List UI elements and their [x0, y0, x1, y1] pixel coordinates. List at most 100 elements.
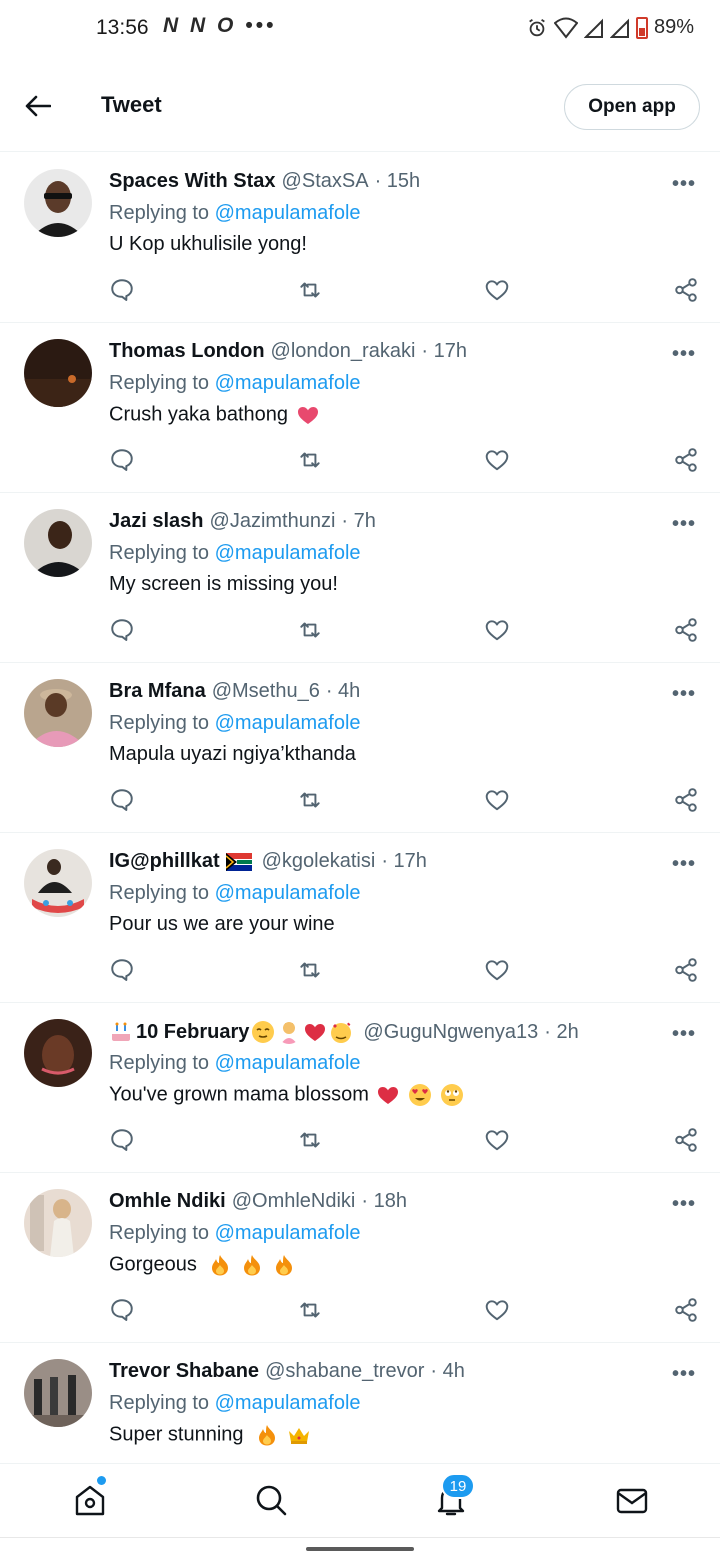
mention-link[interactable]: @mapulamafole	[215, 712, 361, 734]
more-options-icon[interactable]: •••	[672, 343, 696, 366]
reply-icon[interactable]	[109, 1127, 135, 1153]
search-icon	[256, 1485, 287, 1516]
avatar[interactable]	[24, 339, 92, 407]
display-name[interactable]: Trevor Shabane	[109, 1360, 259, 1383]
open-app-button[interactable]: Open app	[564, 84, 700, 130]
avatar[interactable]	[24, 1019, 92, 1087]
like-icon[interactable]	[484, 1127, 510, 1153]
reply-icon[interactable]	[109, 617, 135, 643]
display-name[interactable]: Bra Mfana	[109, 680, 206, 703]
more-options-icon[interactable]: •••	[672, 1363, 696, 1386]
share-icon[interactable]	[673, 787, 699, 813]
display-name[interactable]: Spaces With Stax	[109, 170, 276, 193]
like-icon[interactable]	[484, 957, 510, 983]
user-handle[interactable]: @london_rakaki	[271, 340, 416, 363]
gesture-handle[interactable]	[306, 1547, 414, 1551]
reply-icon[interactable]	[109, 787, 135, 813]
like-icon[interactable]	[484, 617, 510, 643]
mention-link[interactable]: @mapulamafole	[215, 882, 361, 904]
share-icon[interactable]	[673, 447, 699, 473]
home-icon	[75, 1485, 105, 1516]
retweet-icon[interactable]	[297, 787, 323, 813]
mention-link[interactable]: @mapulamafole	[215, 1222, 361, 1244]
reply-icon[interactable]	[109, 277, 135, 303]
tweet-time: · 18h	[361, 1190, 407, 1212]
mention-link[interactable]: @mapulamafole	[215, 1392, 361, 1414]
face-with-hearts-emoji-icon	[331, 1022, 352, 1043]
more-options-icon[interactable]: •••	[672, 1023, 696, 1046]
display-name[interactable]: Omhle Ndiki	[109, 1190, 226, 1213]
tweet-actions	[109, 447, 699, 477]
tweet-reply[interactable]: Thomas London @london_rakaki · 17h ••• R…	[0, 323, 720, 493]
status-time: 13:56	[96, 16, 149, 39]
user-handle[interactable]: @kgolekatisi	[262, 850, 376, 873]
nav-home[interactable]	[72, 1476, 108, 1518]
mention-link[interactable]: @mapulamafole	[215, 542, 361, 564]
display-name[interactable]: IG@phillkat	[109, 850, 220, 873]
nav-messages[interactable]	[614, 1482, 650, 1518]
avatar[interactable]	[24, 1359, 92, 1427]
user-handle[interactable]: @shabane_trevor	[265, 1360, 424, 1383]
battery-icon	[635, 16, 648, 39]
tweet-actions	[109, 277, 699, 307]
display-name[interactable]: 10 February	[136, 1021, 249, 1044]
tweet-text: My screen is missing you!	[109, 573, 338, 595]
tweet-text: Super stunning	[109, 1423, 244, 1446]
mention-link[interactable]: @mapulamafole	[215, 1052, 361, 1074]
top-bar: Tweet Open app	[0, 64, 720, 152]
user-handle[interactable]: @StaxSA	[282, 170, 369, 193]
mention-link[interactable]: @mapulamafole	[215, 202, 361, 224]
tweet-reply[interactable]: IG@phillkat @kgolekatisi · 17h ••• Reply…	[0, 833, 720, 1003]
tweet-time: · 4h	[430, 1360, 465, 1382]
like-icon[interactable]	[484, 1297, 510, 1323]
reply-icon[interactable]	[109, 1297, 135, 1323]
alarm-icon	[529, 18, 545, 36]
back-button[interactable]	[22, 90, 54, 122]
avatar[interactable]	[24, 849, 92, 917]
share-icon[interactable]	[673, 617, 699, 643]
user-handle[interactable]: @OmhleNdiki	[232, 1190, 356, 1213]
retweet-icon[interactable]	[297, 277, 323, 303]
more-options-icon[interactable]: •••	[672, 513, 696, 536]
tweet-reply[interactable]: 10 February @GuguNgwenya13 · 2h ••• Repl…	[0, 1003, 720, 1173]
like-icon[interactable]	[484, 277, 510, 303]
display-name[interactable]: Thomas London	[109, 340, 265, 363]
avatar[interactable]	[24, 679, 92, 747]
reply-icon[interactable]	[109, 957, 135, 983]
avatar[interactable]	[24, 169, 92, 237]
retweet-icon[interactable]	[297, 1127, 323, 1153]
tweet-reply[interactable]: Spaces With Stax @StaxSA · 15h ••• Reply…	[0, 153, 720, 323]
retweet-icon[interactable]	[297, 617, 323, 643]
tweet-text: Pour us we are your wine	[109, 913, 335, 935]
retweet-icon[interactable]	[297, 1297, 323, 1323]
more-options-icon[interactable]: •••	[672, 683, 696, 706]
signal-icon-2	[609, 18, 629, 38]
avatar[interactable]	[24, 1189, 92, 1257]
nav-search[interactable]	[253, 1482, 289, 1518]
more-options-icon[interactable]: •••	[672, 853, 696, 876]
like-icon[interactable]	[484, 787, 510, 813]
tweet-reply[interactable]: Jazi slash @Jazimthunzi · 7h ••• Replyin…	[0, 493, 720, 663]
retweet-icon[interactable]	[297, 447, 323, 473]
user-handle[interactable]: @GuguNgwenya13	[363, 1021, 538, 1044]
more-options-icon[interactable]: •••	[672, 173, 696, 196]
share-icon[interactable]	[673, 277, 699, 303]
tweet-time: · 15h	[374, 170, 421, 192]
retweet-icon[interactable]	[297, 957, 323, 983]
tweet-reply[interactable]: Trevor Shabane @shabane_trevor · 4h ••• …	[0, 1343, 720, 1483]
share-icon[interactable]	[673, 957, 699, 983]
share-icon[interactable]	[673, 1297, 699, 1323]
status-right: 89%	[526, 16, 694, 39]
avatar[interactable]	[24, 509, 92, 577]
tweet-reply[interactable]: Omhle Ndiki @OmhleNdiki · 18h ••• Replyi…	[0, 1173, 720, 1343]
like-icon[interactable]	[484, 447, 510, 473]
reply-icon[interactable]	[109, 447, 135, 473]
user-handle[interactable]: @Jazimthunzi	[210, 510, 336, 533]
share-icon[interactable]	[673, 1127, 699, 1153]
mention-link[interactable]: @mapulamafole	[215, 372, 361, 394]
tweet-reply[interactable]: Bra Mfana @Msethu_6 · 4h ••• Replying to…	[0, 663, 720, 833]
display-name[interactable]: Jazi slash	[109, 510, 204, 533]
more-options-icon[interactable]: •••	[672, 1193, 696, 1216]
user-handle[interactable]: @Msethu_6	[212, 680, 320, 703]
wifi-icon	[553, 17, 578, 39]
